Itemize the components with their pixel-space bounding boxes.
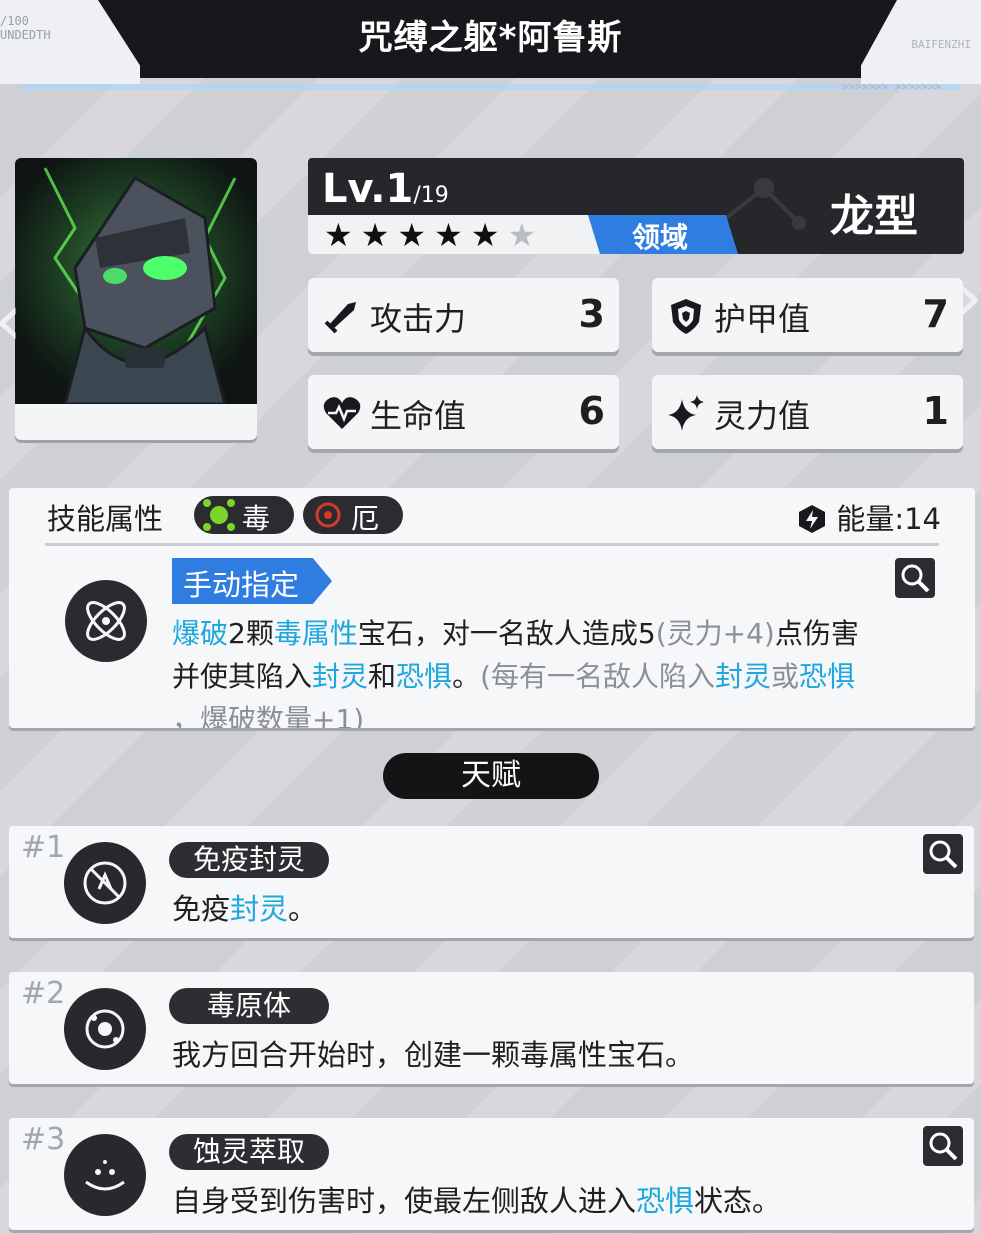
level-label: Lv.1/19: [322, 166, 449, 212]
stat-spirit: 灵力值 1: [652, 375, 963, 449]
talent-number: #1: [21, 830, 66, 865]
skill-panel: 技能属性 毒 厄 能量:14 手动指定 爆破2颗毒属性宝石，对一名敌人造成5(灵…: [9, 488, 975, 728]
heart-icon: [323, 397, 361, 429]
desc-text: 免疫: [172, 892, 231, 926]
stat-attack: 攻击力 3: [308, 278, 619, 352]
atom-icon: [86, 601, 126, 641]
desc-text: 2颗: [228, 617, 274, 650]
unit-title: 咒缚之躯*阿鲁斯: [358, 18, 623, 58]
domain-label: 领域: [632, 221, 689, 254]
stat-label: 护甲值: [714, 300, 811, 338]
desc-text: 和: [368, 660, 397, 693]
shield-icon: [671, 299, 701, 334]
star-filled-icon: ★: [470, 216, 508, 254]
star-filled-icon: ★: [360, 216, 398, 254]
talent-name: 免疫封灵: [169, 842, 329, 878]
talent-card: #3 蚀灵萃取 自身受到伤害时，使最左侧敌人进入恐惧状态。: [9, 1118, 974, 1230]
talents-title: 天赋: [383, 753, 599, 799]
star-empty-icon: ★: [507, 216, 545, 254]
sword-icon: [324, 302, 356, 334]
stat-label: 攻击力: [370, 300, 467, 338]
unit-portrait-card[interactable]: [15, 158, 257, 440]
desc-keyword: 封灵: [312, 660, 369, 693]
skill-icon: [65, 580, 147, 662]
talent-card: #2 毒原体 我方回合开始时，创建一颗毒属性宝石。: [9, 972, 974, 1084]
stat-label: 生命值: [370, 397, 467, 435]
header-glow: [20, 84, 961, 90]
element-chip-curse: 厄: [303, 496, 403, 535]
unit-type: 龙型: [830, 191, 918, 242]
element-chip-label: 毒: [242, 502, 271, 535]
unit-portrait: [15, 158, 257, 404]
stat-health: 生命值 6: [308, 375, 619, 449]
desc-keyword: 恐惧: [636, 1184, 695, 1218]
stat-armor: 护甲值 7: [652, 278, 963, 352]
star-filled-icon: ★: [324, 216, 361, 254]
desc-text: 并使其陷入: [172, 660, 313, 693]
star-rating: ★★★★★★: [324, 216, 544, 254]
energy-label: 能量:14: [836, 502, 941, 536]
talent-number: #2: [21, 976, 66, 1011]
poison-icon: [203, 499, 235, 531]
energy-cost: 能量:14: [797, 496, 941, 538]
desc-text: 。: [288, 892, 318, 926]
desc-note: 或: [771, 660, 800, 693]
desc-keyword: 爆破: [172, 617, 229, 650]
skill-heading: 技能属性: [47, 502, 164, 536]
header-right-marks: >>>>>>> >>>>>>>: [841, 80, 941, 93]
talent-name: 蚀灵萃取: [169, 1134, 329, 1170]
desc-text: 我方回合开始时，创建一颗毒属性宝石。: [172, 1038, 695, 1072]
no-seal-icon: [64, 842, 146, 924]
level-panel: Lv.1/19 ★★★★★★ 领域 龙型: [308, 158, 964, 254]
desc-keyword: 封灵: [715, 660, 772, 693]
talent-description: 免疫封灵。: [172, 886, 317, 928]
element-chip-poison: 毒: [194, 496, 294, 535]
desc-text: 状态。: [694, 1184, 782, 1218]
toxin-icon: [64, 988, 146, 1070]
desc-keyword: 封灵: [230, 892, 289, 926]
level-max: /19: [413, 183, 449, 208]
desc-keyword: 毒属性: [273, 617, 358, 650]
sparkle-icon: [668, 395, 704, 431]
desc-scaling: (灵力+4): [655, 617, 775, 650]
prev-unit-arrow[interactable]: ‹: [0, 285, 22, 355]
talent-description: 自身受到伤害时，使最左侧敌人进入恐惧状态。: [172, 1178, 781, 1220]
desc-note: ，爆破数量+1): [172, 703, 365, 728]
targeting-label: 手动指定: [183, 568, 300, 602]
desc-keyword: 恐惧: [799, 660, 856, 693]
talent-detail-search-icon[interactable]: [923, 834, 963, 874]
desc-text: 点伤害: [774, 617, 859, 650]
talent-card: #1 免疫封灵 免疫封灵。: [9, 826, 974, 938]
element-chip-label: 厄: [351, 502, 380, 535]
title-bar: /100 UNDEDTH BAIFENZHI >>>>>>> >>>>>>> 咒…: [0, 0, 981, 100]
talent-description: 我方回合开始时，创建一颗毒属性宝石。: [172, 1032, 694, 1074]
skill-description: 爆破2颗毒属性宝石，对一名敌人造成5(灵力+4)点伤害 并使其陷入封灵和恐惧。(…: [172, 612, 942, 728]
desc-text: 宝石，对一名敌人造成5: [357, 617, 656, 650]
desc-keyword: 恐惧: [396, 660, 453, 693]
extract-icon: [64, 1134, 146, 1216]
desc-text: 自身受到伤害时，使最左侧敌人进入: [172, 1184, 637, 1218]
curse-icon: [315, 502, 341, 528]
talent-detail-search-icon[interactable]: [923, 1126, 963, 1166]
desc-note: (每有一名敌人陷入: [480, 660, 716, 693]
stat-value: 1: [922, 389, 949, 433]
star-filled-icon: ★: [434, 216, 471, 254]
skill-detail-search-icon[interactable]: [895, 558, 935, 598]
level-value: Lv.1: [322, 166, 414, 212]
energy-icon: [799, 505, 826, 533]
desc-text: 。: [452, 660, 481, 693]
stat-value: 7: [922, 292, 949, 336]
stat-label: 灵力值: [714, 397, 811, 435]
talent-number: #3: [21, 1122, 66, 1157]
stat-value: 3: [578, 292, 605, 336]
star-filled-icon: ★: [397, 216, 435, 254]
talent-name: 毒原体: [169, 988, 329, 1024]
skill-divider: [45, 543, 939, 546]
stat-value: 6: [578, 389, 605, 433]
